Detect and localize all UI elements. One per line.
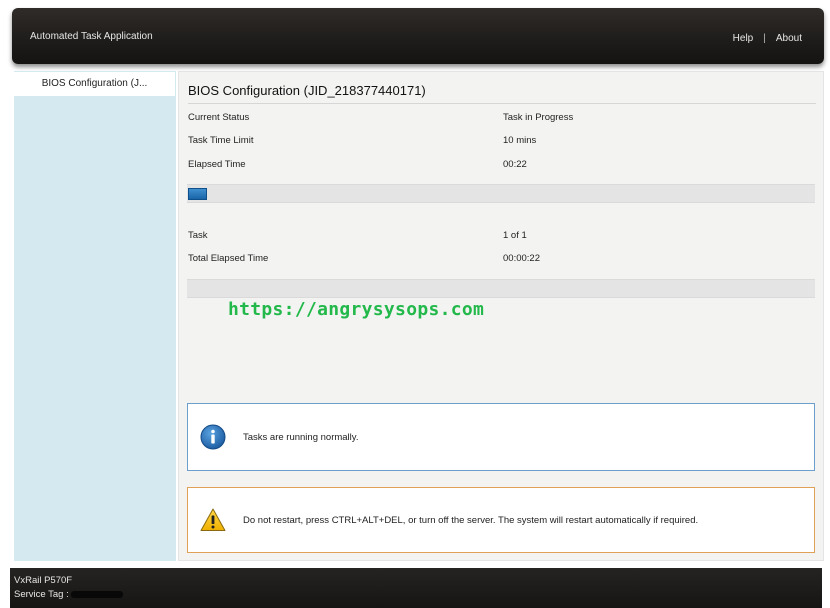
sidebar: BIOS Configuration (J... [14,71,176,561]
task-time-limit-value: 10 mins [503,135,537,146]
redacted-service-tag [70,590,123,598]
help-link[interactable]: Help [733,33,754,44]
warning-message: Do not restart, press CTRL+ALT+DEL, or t… [243,514,699,526]
sidebar-item-bios-configuration[interactable]: BIOS Configuration (J... [14,72,175,96]
about-link[interactable]: About [776,33,802,44]
header-nav: Help | About [733,33,802,44]
service-tag: Service Tag : [14,589,123,600]
total-elapsed-label: Total Elapsed Time [188,253,269,264]
task-label: Task [188,230,208,241]
current-status-value: Task in Progress [503,112,574,123]
app-header: Automated Task Application Help | About [12,8,824,64]
service-tag-label: Service Tag : [14,589,69,600]
info-alert: Tasks are running normally. [187,403,815,471]
info-message: Tasks are running normally. [243,431,359,443]
watermark-url: https://angrysysops.com [228,299,485,320]
task-value: 1 of 1 [503,230,527,241]
task-progress-bar [187,184,815,203]
system-model: VxRail P570F [14,575,73,586]
warning-alert: Do not restart, press CTRL+ALT+DEL, or t… [187,487,815,553]
total-elapsed-value: 00:00:22 [503,253,540,264]
nav-separator: | [763,33,766,44]
elapsed-time-label: Elapsed Time [188,159,246,170]
overall-progress-bar [187,279,815,298]
title-divider [188,103,816,104]
warning-icon [200,508,226,531]
task-time-limit-label: Task Time Limit [188,135,254,146]
elapsed-time-value: 00:22 [503,159,527,170]
task-progress-fill [188,188,207,200]
app-title: Automated Task Application [30,31,153,42]
current-status-label: Current Status [188,112,250,123]
info-icon [200,424,226,450]
page-title: BIOS Configuration (JID_218377440171) [188,83,426,98]
footer: VxRail P570F Service Tag : [10,568,822,608]
